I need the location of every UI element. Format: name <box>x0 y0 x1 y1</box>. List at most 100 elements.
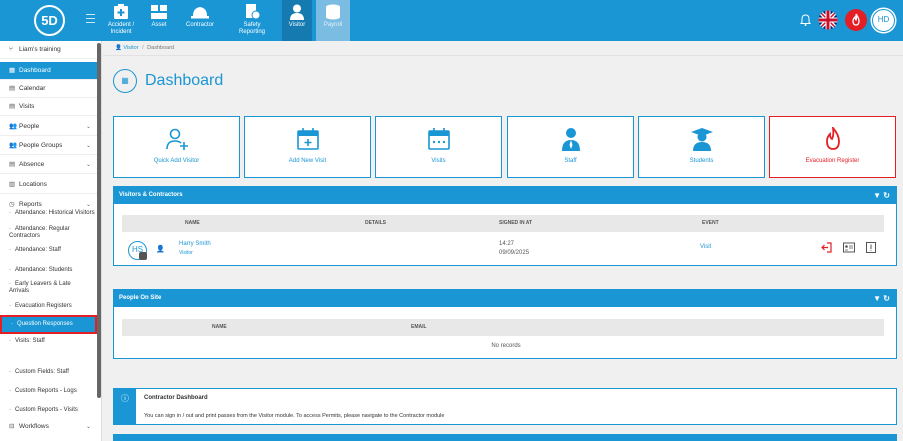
visitor-name[interactable]: Harry Smith <box>179 241 211 247</box>
staff-icon <box>561 128 580 151</box>
sidebar-item-workflows[interactable]: ⊟ Workflows ⌄ <box>0 418 97 436</box>
chevron-down-icon: ⌄ <box>85 143 91 149</box>
tile-staff[interactable]: Staff <box>507 116 634 178</box>
sidebar-item-label: Visits <box>19 103 35 110</box>
graduation-cap-icon <box>690 128 713 151</box>
report-link-custom-reports-visits[interactable]: · Custom Reports - Visits <box>0 407 97 414</box>
panel-header: Visitors & Contractors ▼ ↻ <box>114 187 896 204</box>
dashboard-icon: ▦ <box>113 69 137 93</box>
calendar-add-icon <box>296 128 319 150</box>
module-visitor[interactable]: Visitor <box>282 0 312 41</box>
chevron-down-icon: ⌄ <box>85 124 91 130</box>
top-bar: 5D Accident / Incident Asset Contractor … <box>0 0 903 41</box>
training-selector[interactable]: ⑂ Liam's training <box>0 41 97 59</box>
tile-evacuation-register[interactable]: Evacuation Register <box>769 116 896 178</box>
tile-students[interactable]: Students <box>638 116 765 178</box>
bell-icon[interactable] <box>800 14 811 26</box>
sidebar-item-people-groups[interactable]: 👥 People Groups ⌄ <box>0 137 97 155</box>
branch-icon: ⑂ <box>9 46 13 53</box>
module-label: Contractor <box>185 22 214 28</box>
module-accident-incident[interactable]: Accident / Incident <box>105 0 137 41</box>
sidebar-item-label: Reports <box>19 201 42 208</box>
app-logo[interactable]: 5D <box>34 5 65 36</box>
calendar-icon: ▤ <box>9 85 16 92</box>
breadcrumb-link-visitor[interactable]: Visitor <box>123 45 138 51</box>
print-pass-icon[interactable] <box>866 242 876 253</box>
sidebar-item-label: Dashboard <box>19 67 51 74</box>
sidebar-item-locations[interactable]: ▥ Locations <box>0 176 97 194</box>
report-link-question-responses[interactable]: · Question Responses <box>0 315 97 334</box>
filter-icon[interactable]: ▼ <box>873 294 881 303</box>
report-link-attendance-staff[interactable]: · Attendance: Staff <box>0 247 97 254</box>
calendar-icon: ▤ <box>9 161 16 168</box>
people-group-icon: 👥 <box>9 142 18 149</box>
report-link-attendance-historical[interactable]: · Attendance: Historical Visitors <box>0 210 97 217</box>
event-link[interactable]: Visit <box>700 244 711 250</box>
empty-state: No records <box>491 343 521 349</box>
column-header-signed-in: SIGNED IN AT <box>499 220 533 226</box>
sidebar-item-label: People <box>19 123 40 130</box>
badge-icon <box>139 252 147 260</box>
divider <box>103 55 903 56</box>
fire-alert-button[interactable] <box>845 9 867 31</box>
report-link-custom-reports-logs[interactable]: · Custom Reports - Logs <box>0 388 97 395</box>
info-title: Contractor Dashboard <box>144 395 208 401</box>
calendar-icon: ▤ <box>9 103 16 110</box>
next-panel-header <box>113 434 897 441</box>
user-avatar[interactable]: HD <box>872 9 895 32</box>
id-card-icon[interactable] <box>843 242 855 253</box>
sidebar-scrollbar[interactable] <box>97 43 101 398</box>
workflow-icon: ⊟ <box>9 423 15 430</box>
sign-out-icon[interactable] <box>821 242 832 253</box>
column-header-email: EMAIL <box>411 324 427 330</box>
report-link-early-leavers[interactable]: · Early Leavers & Late Arrivals <box>0 281 80 295</box>
info-icon: ⓘ <box>114 389 136 424</box>
column-header-details: DETAILS <box>365 220 387 226</box>
refresh-icon[interactable]: ↻ <box>883 191 890 200</box>
module-label: Asset <box>151 22 167 28</box>
uk-flag-icon[interactable] <box>818 10 838 30</box>
building-icon: ▥ <box>9 181 16 188</box>
signed-in-date: 09/09/2025 <box>499 250 530 256</box>
report-link-visits-staff[interactable]: · Visits: Staff <box>0 338 97 345</box>
sidebar-item-visits[interactable]: ▤ Visits <box>0 98 97 116</box>
tile-label: Evacuation Register <box>805 158 860 164</box>
tile-quick-add-visitor[interactable]: Quick Add Visitor <box>113 116 240 178</box>
tile-label: Add New Visit <box>288 158 327 164</box>
sidebar-item-label: Calendar <box>19 85 46 92</box>
module-contractor[interactable]: Contractor <box>180 0 220 41</box>
flame-icon <box>825 127 840 150</box>
refresh-icon[interactable]: ↻ <box>883 294 890 303</box>
chevron-down-icon: ⌄ <box>85 424 91 430</box>
sidebar-item-people[interactable]: 👥 People ⌄ <box>0 118 97 136</box>
breadcrumb: 👤 Visitor / Dashboard <box>115 45 175 51</box>
sidebar-item-dashboard[interactable]: ▦ Dashboard <box>0 62 97 80</box>
report-link-evacuation-registers[interactable]: · Evacuation Registers <box>0 303 97 310</box>
coins-icon <box>326 4 340 20</box>
add-person-icon <box>165 128 188 150</box>
tile-visits[interactable]: Visits <box>375 116 502 178</box>
module-payroll[interactable]: Payroll <box>316 0 350 41</box>
report-link-attendance-students[interactable]: · Attendance: Students <box>0 267 97 274</box>
dashboard-icon: ▦ <box>9 67 16 74</box>
sidebar: ⑂ Liam's training ▦ Dashboard ▤ Calendar ▤ V… <box>0 41 102 441</box>
module-label: Incident <box>110 29 132 35</box>
flame-icon <box>852 13 860 26</box>
module-label: Visitor <box>288 22 306 28</box>
tile-label: Visits <box>431 158 446 164</box>
report-link-custom-fields-staff[interactable]: · Custom Fields: Staff <box>0 369 97 376</box>
panel-header: People On Site ▼ ↻ <box>114 290 896 307</box>
module-asset[interactable]: Asset <box>142 0 176 41</box>
filter-icon[interactable]: ▼ <box>873 191 881 200</box>
menu-toggle-icon[interactable] <box>86 14 95 24</box>
chevron-down-icon: ⌄ <box>85 162 91 168</box>
boxes-icon <box>151 5 167 19</box>
breadcrumb-current: Dashboard <box>147 45 175 51</box>
module-safety-reporting[interactable]: Safety Reporting <box>236 0 268 41</box>
sidebar-item-calendar[interactable]: ▤ Calendar <box>0 80 97 98</box>
sidebar-item-absence[interactable]: ▤ Absence ⌄ <box>0 156 97 174</box>
signed-in-time: 14:27 <box>499 241 515 247</box>
tile-add-new-visit[interactable]: Add New Visit <box>244 116 371 178</box>
report-link-attendance-regular[interactable]: · Attendance: Regular Contractors <box>0 226 97 240</box>
column-header-event: EVENT <box>702 220 719 226</box>
